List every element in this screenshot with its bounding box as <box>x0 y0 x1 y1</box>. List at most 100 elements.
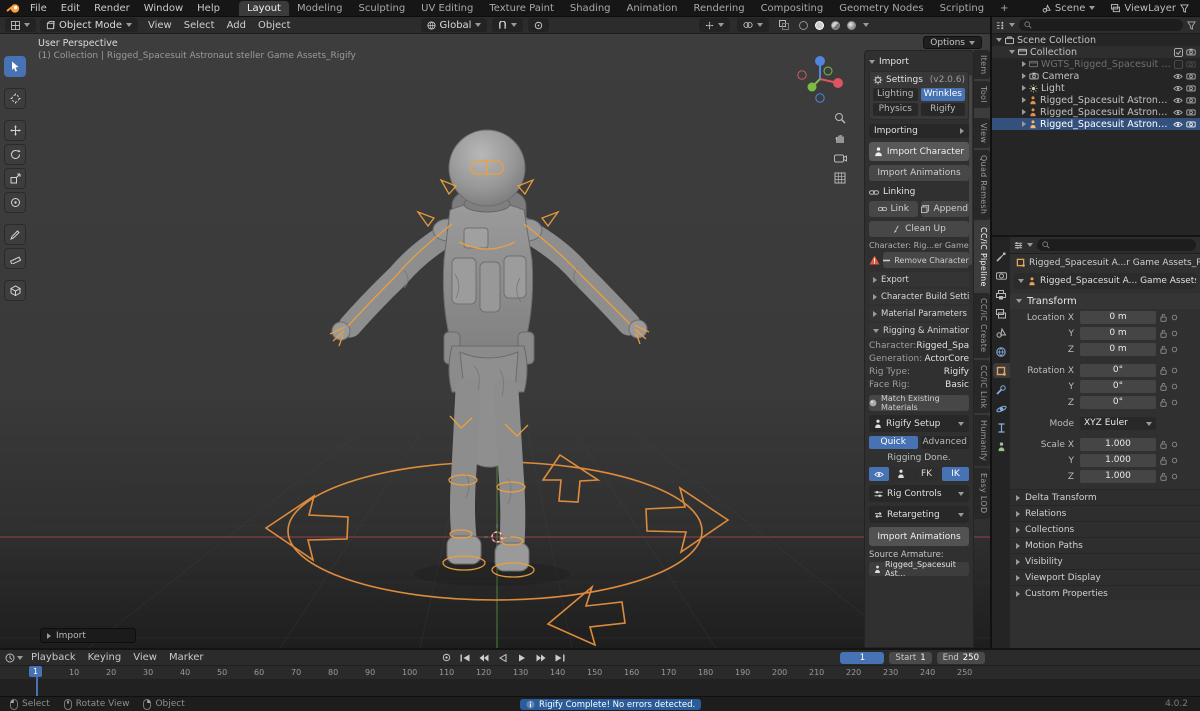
workspace-tab[interactable]: Compositing <box>753 1 832 16</box>
overlays-dropdown[interactable] <box>737 18 769 32</box>
disable-render-icon[interactable] <box>1186 120 1196 128</box>
linking-panel-header[interactable]: Linking <box>869 185 969 199</box>
rig-controls-dropdown[interactable]: Rig Controls <box>869 485 969 502</box>
auto-keying-toggle[interactable] <box>438 652 454 664</box>
outliner-row-camera[interactable]: Camera <box>992 70 1200 82</box>
navigation-gizmo[interactable] <box>793 52 847 106</box>
hide-eye-icon[interactable] <box>1173 109 1183 116</box>
importing-dropdown[interactable]: Importing <box>869 124 969 138</box>
gizmo-x-neg-axis[interactable] <box>798 71 806 79</box>
workspace-tab[interactable]: Modeling <box>289 1 351 16</box>
topbar-menu[interactable]: Help <box>190 2 227 15</box>
chevron-down-icon[interactable] <box>1027 243 1033 247</box>
sidebar-tab[interactable]: CC/iC Create <box>974 293 990 357</box>
tool-rotate[interactable] <box>4 144 26 165</box>
rotation-y-field[interactable]: 0° <box>1080 380 1156 393</box>
outliner-row-armature-1[interactable]: Rigged_Spacesuit Astronaut stelle <box>992 94 1200 106</box>
topbar-menu[interactable]: Edit <box>54 2 87 15</box>
hide-eye-icon[interactable] <box>1173 73 1183 80</box>
scale-z-field[interactable]: 1.000 <box>1080 470 1156 483</box>
disable-render-icon[interactable] <box>1186 48 1196 56</box>
exclude-checkbox-icon[interactable] <box>1174 60 1183 69</box>
viewport-menu[interactable]: Object <box>252 19 297 32</box>
chevron-right-icon[interactable] <box>1022 85 1026 91</box>
animate-decorator-icon[interactable] <box>1171 330 1178 337</box>
timeline-menu[interactable]: View <box>127 652 163 663</box>
chevron-right-icon[interactable] <box>1022 61 1026 67</box>
workspace-tab[interactable]: Scripting <box>932 1 992 16</box>
shading-wireframe-button[interactable] <box>799 21 808 30</box>
frame-end-field[interactable]: End 250 <box>937 652 985 664</box>
link-button[interactable]: Link <box>869 201 918 217</box>
export-section-header[interactable]: Export <box>869 272 969 287</box>
play-reverse-button[interactable] <box>495 652 511 664</box>
sidebar-tab[interactable]: Item <box>974 50 990 79</box>
properties-section-header[interactable]: Collections <box>1010 521 1200 537</box>
sidebar-tab[interactable]: Tool <box>974 81 990 108</box>
world-icon[interactable] <box>993 344 1010 359</box>
sidebar-scrollbar[interactable] <box>969 75 972 265</box>
gizmo-y-neg-axis[interactable] <box>824 67 832 75</box>
animate-decorator-icon[interactable] <box>1171 441 1178 448</box>
properties-section-header[interactable]: Viewport Display <box>1010 569 1200 585</box>
toggle-fk[interactable]: FK <box>913 467 940 481</box>
lock-icon[interactable] <box>1160 398 1167 407</box>
source-armature-field[interactable]: Rigged_Spacesuit Ast... <box>869 562 969 576</box>
transform-orientation-selector[interactable]: Global <box>421 18 488 32</box>
viewport-canvas[interactable]: User Perspective (1) Collection | Rigged… <box>0 34 990 648</box>
proportional-editing-toggle[interactable] <box>528 18 549 32</box>
import-animations-button[interactable]: Import Animations <box>869 165 969 181</box>
rotation-x-field[interactable]: 0° <box>1080 364 1156 377</box>
rigify-setup-dropdown[interactable]: Rigify Setup <box>869 415 969 432</box>
scene-icon[interactable] <box>993 325 1010 340</box>
chevron-right-icon[interactable] <box>1022 73 1026 79</box>
disable-render-icon[interactable] <box>1186 96 1196 104</box>
material-parameters-header[interactable]: Material Parameters <box>869 306 969 321</box>
animate-decorator-icon[interactable] <box>1171 314 1178 321</box>
modifiers-icon[interactable] <box>993 382 1010 397</box>
outliner-row-armature-active[interactable]: Rigged_Spacesuit Astronaut stelle <box>992 118 1200 130</box>
shading-rendered-button[interactable] <box>847 21 856 30</box>
previous-keyframe-button[interactable] <box>476 652 492 664</box>
view-layer-icon[interactable] <box>993 306 1010 321</box>
gizmo-x-axis[interactable] <box>833 78 843 88</box>
timeline-channel-area[interactable] <box>0 679 1200 696</box>
topbar-menu[interactable]: File <box>23 2 54 15</box>
location-x-field[interactable]: 0 m <box>1080 311 1156 324</box>
current-frame-field[interactable]: 1 <box>840 652 884 664</box>
topbar-menu[interactable]: Window <box>137 2 190 15</box>
chevron-right-icon[interactable] <box>1022 97 1026 103</box>
object-icon[interactable] <box>993 363 1010 378</box>
lock-icon[interactable] <box>1160 456 1167 465</box>
toggle-xray-icon[interactable] <box>776 17 792 33</box>
animate-decorator-icon[interactable] <box>1171 367 1178 374</box>
lock-icon[interactable] <box>1160 329 1167 338</box>
import-animations-button-2[interactable]: Import Animations <box>869 527 969 546</box>
properties-section-header[interactable]: Motion Paths <box>1010 537 1200 553</box>
chevron-right-icon[interactable] <box>1022 121 1026 127</box>
toggle-perspective-icon[interactable] <box>832 170 848 186</box>
properties-editor-icon[interactable] <box>1014 241 1023 250</box>
toggle-ik[interactable]: IK <box>942 467 969 481</box>
shading-material-button[interactable] <box>831 21 840 30</box>
animate-decorator-icon[interactable] <box>1171 399 1178 406</box>
gizmo-z-axis[interactable] <box>815 56 825 66</box>
timeline-menu[interactable]: Keying <box>82 652 128 663</box>
timeline-body[interactable]: 1102030405060708090100110120130140150160… <box>0 666 1200 696</box>
pan-hand-icon[interactable] <box>832 130 848 146</box>
disable-render-icon[interactable] <box>1186 60 1196 68</box>
outliner-row-scene-collection[interactable]: Scene Collection <box>992 34 1200 46</box>
object-name-field[interactable]: Rigged_Spacesuit A... Game Assets_Rigify… <box>1014 273 1196 289</box>
toggle-lighting[interactable]: Lighting <box>873 88 918 101</box>
tool-select-box[interactable] <box>4 56 26 77</box>
constraints-icon[interactable] <box>993 420 1010 435</box>
camera-view-icon[interactable] <box>832 150 848 166</box>
status-notification[interactable]: Rigify Complete! No errors detected. <box>520 699 701 710</box>
append-button[interactable]: Append <box>921 201 970 217</box>
location-y-field[interactable]: 0 m <box>1080 327 1156 340</box>
chevron-down-icon[interactable] <box>17 656 23 660</box>
properties-section-header[interactable]: Delta Transform <box>1010 489 1200 505</box>
workspace-tab[interactable]: Sculpting <box>350 1 413 16</box>
scale-x-field[interactable]: 1.000 <box>1080 438 1156 451</box>
options-dropdown[interactable]: Options <box>923 36 982 49</box>
